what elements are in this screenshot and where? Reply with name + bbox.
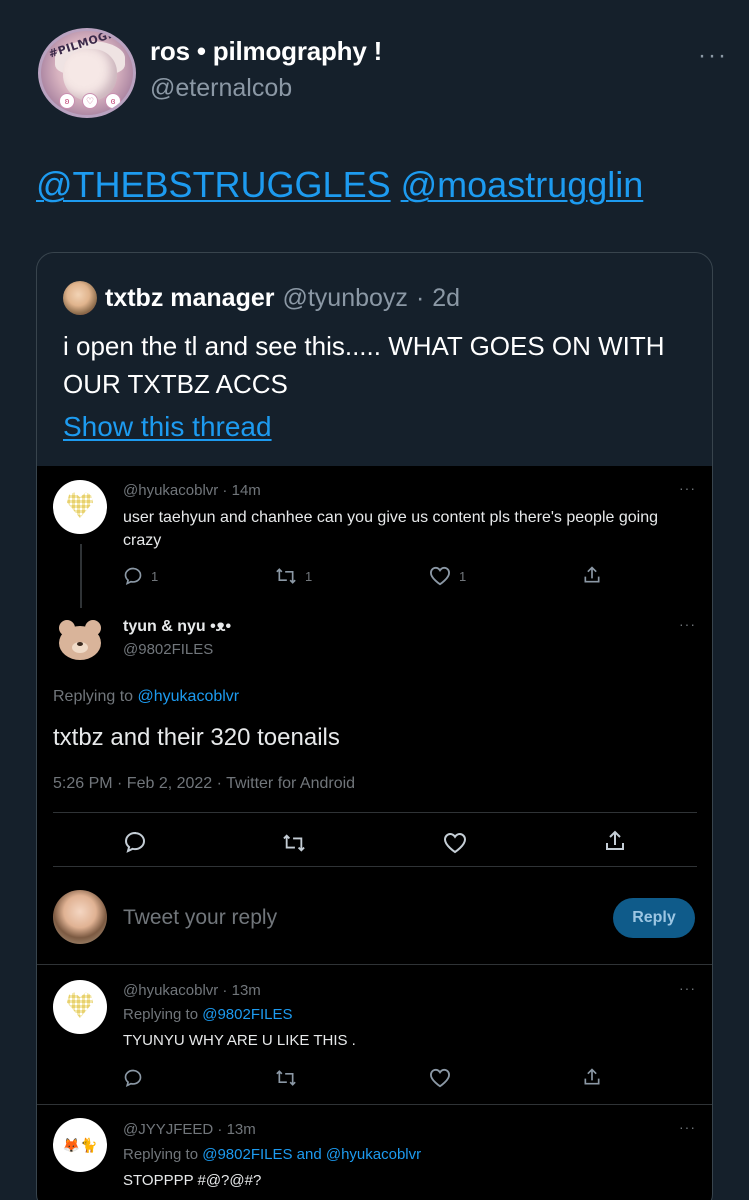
reply2-text: STOPPPP #@?@#? [123, 1172, 262, 1189]
reply2-avatar: 🦊🐈 [53, 1118, 107, 1172]
like-icon-large [443, 832, 467, 854]
first-share-action [582, 564, 602, 586]
reply1-reply-icon [124, 1069, 142, 1088]
bunny-sticker-icon: ʚ [59, 93, 75, 109]
main-replying-to: Replying to @hyukacoblvr [53, 688, 239, 706]
quoted-tweet-header: txtbz manager @tyunboyz · 2d [63, 281, 460, 315]
mention-link-1[interactable]: @THEBSTRUGGLES [36, 164, 391, 205]
quoted-tweet[interactable]: txtbz manager @tyunboyz · 2d i open the … [36, 252, 713, 1200]
author-name[interactable]: ros • pilmography ! [150, 36, 382, 67]
reply1-retweet-icon [276, 1070, 296, 1086]
first-tweet-handle-time: @hyukacoblvr · 14m [123, 482, 261, 499]
thread-connector-line [80, 544, 82, 608]
first-like-count: 1 [459, 568, 467, 584]
main-like-action [443, 832, 467, 854]
main-reply-action [123, 830, 147, 854]
first-retweet-action: 1 [275, 566, 312, 586]
quoted-author-avatar [63, 281, 97, 315]
tyun-nyu-avatar [53, 614, 107, 668]
quoted-tweet-text: i open the tl and see this..... WHAT GOE… [63, 331, 665, 399]
tyun-nyu-name: tyun & nyu •ᴥ• [123, 618, 232, 635]
first-like-action: 1 [429, 566, 466, 586]
reply1-replying-handle: @9802FILES [202, 1006, 293, 1023]
main-tweet-more-icon: ··· [679, 616, 696, 632]
reply-icon [124, 567, 142, 586]
reply2-replying-prefix: Replying to [123, 1146, 199, 1163]
reply1-more-icon: ··· [679, 980, 696, 996]
show-thread-link[interactable]: Show this thread [63, 411, 272, 443]
quoted-separator: · [415, 283, 425, 312]
quoted-author-handle: @tyunboyz [282, 283, 408, 312]
reply1-share-action [582, 1066, 602, 1088]
composer-avatar [53, 890, 107, 944]
first-tweet-more-icon: ··· [679, 480, 696, 496]
author-avatar[interactable]: #PILMOGRAPHY ʚ ♡ ɞ [38, 28, 136, 118]
first-retweet-count: 1 [305, 568, 313, 584]
main-tweet-meta: 5:26 PM · Feb 2, 2022 · Twitter for Andr… [53, 775, 356, 792]
reply1-like-action [429, 1068, 451, 1088]
avatar-stickers: ʚ ♡ ɞ [59, 93, 121, 113]
quoted-author-name: txtbz manager [105, 283, 275, 312]
reply1-share-icon [584, 1068, 600, 1085]
retweet-icon-large [283, 834, 305, 852]
reply1-retweet-action [275, 1068, 297, 1088]
like-icon [429, 566, 451, 586]
reply1-reply-action [123, 1068, 143, 1088]
reply1-avatar [53, 980, 107, 1034]
reply2-more-icon: ··· [679, 1119, 696, 1135]
more-options-icon[interactable]: ··· [698, 42, 728, 70]
reply-icon-large [124, 831, 146, 853]
first-tweet-text: user taehyun and chanhee can you give us… [123, 509, 658, 549]
main-replying-handle: @hyukacoblvr [137, 688, 240, 705]
divider-3 [37, 964, 712, 965]
main-retweet-action [281, 832, 307, 854]
reply2-replying-handle: @9802FILES and @hyukacoblvr [202, 1146, 422, 1163]
reply-button: Reply [613, 898, 695, 938]
main-share-action [603, 828, 627, 854]
hyukacoblvr-avatar [53, 480, 107, 534]
first-reply-count: 1 [151, 568, 159, 584]
tyun-nyu-handle: @9802FILES [123, 641, 214, 658]
reply1-replying-prefix: Replying to [123, 1006, 199, 1023]
reply2-handle-time: @JYYJFEED · 13m [123, 1121, 256, 1138]
divider-4 [37, 1104, 712, 1105]
tweet-text: @THEBSTRUGGLES @moastrugglin [36, 164, 653, 206]
reply1-text: TYUNYU WHY ARE U LIKE THIS . [123, 1032, 356, 1049]
heart-sticker-icon: ♡ [82, 93, 98, 109]
reply1-replying-to: Replying to @9802FILES [123, 1006, 293, 1023]
reply-composer-input: Tweet your reply [123, 906, 278, 929]
share-icon [584, 566, 600, 583]
reply2-replying-to: Replying to @9802FILES and @hyukacoblvr [123, 1146, 421, 1163]
tweet-header: #PILMOGRAPHY ʚ ♡ ɞ ros • pilmography ! @… [38, 28, 728, 124]
reply1-like-icon [429, 1068, 451, 1088]
author-handle[interactable]: @eternalcob [150, 74, 292, 103]
first-reply-action: 1 [123, 566, 158, 586]
divider [53, 812, 697, 813]
bunny-sticker-icon-2: ɞ [105, 93, 121, 109]
main-tweet-text: txtbz and their 320 toenails [53, 724, 340, 751]
main-replying-prefix: Replying to [53, 688, 134, 705]
mention-link-2[interactable]: @moastrugglin [401, 164, 644, 205]
quoted-timestamp: 2d [432, 283, 461, 312]
reply1-handle-time: @hyukacoblvr · 13m [123, 982, 261, 999]
bear-nose [77, 642, 83, 646]
attached-screenshot[interactable]: @hyukacoblvr · 14m ··· user taehyun and … [37, 466, 712, 1200]
divider-2 [53, 866, 697, 867]
retweet-icon [276, 568, 296, 584]
share-icon-large [606, 830, 624, 850]
